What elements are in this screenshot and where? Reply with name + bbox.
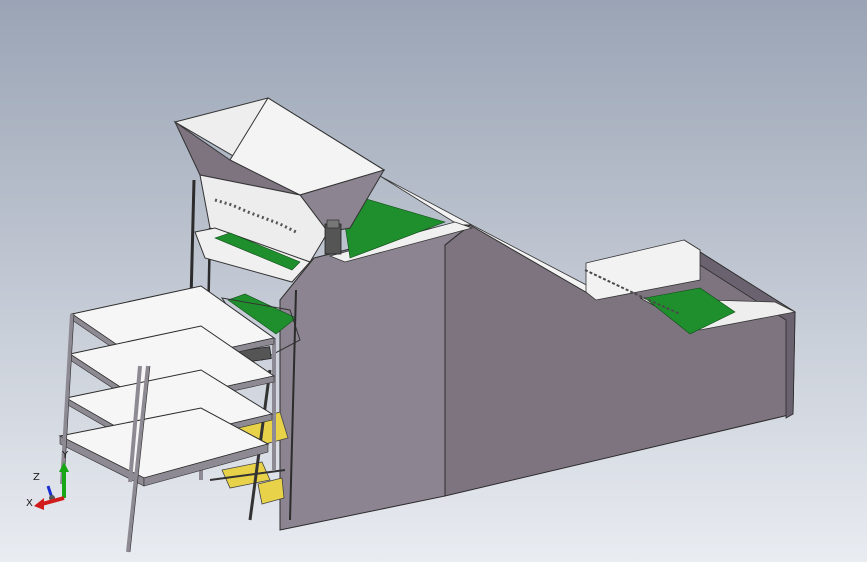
cad-viewport[interactable]: Z Y X [0, 0, 867, 562]
cad-model-view[interactable] [0, 0, 867, 562]
hopper-motor [324, 223, 342, 255]
hopper-motor-cap [326, 219, 340, 229]
central-body-side [279, 224, 472, 531]
